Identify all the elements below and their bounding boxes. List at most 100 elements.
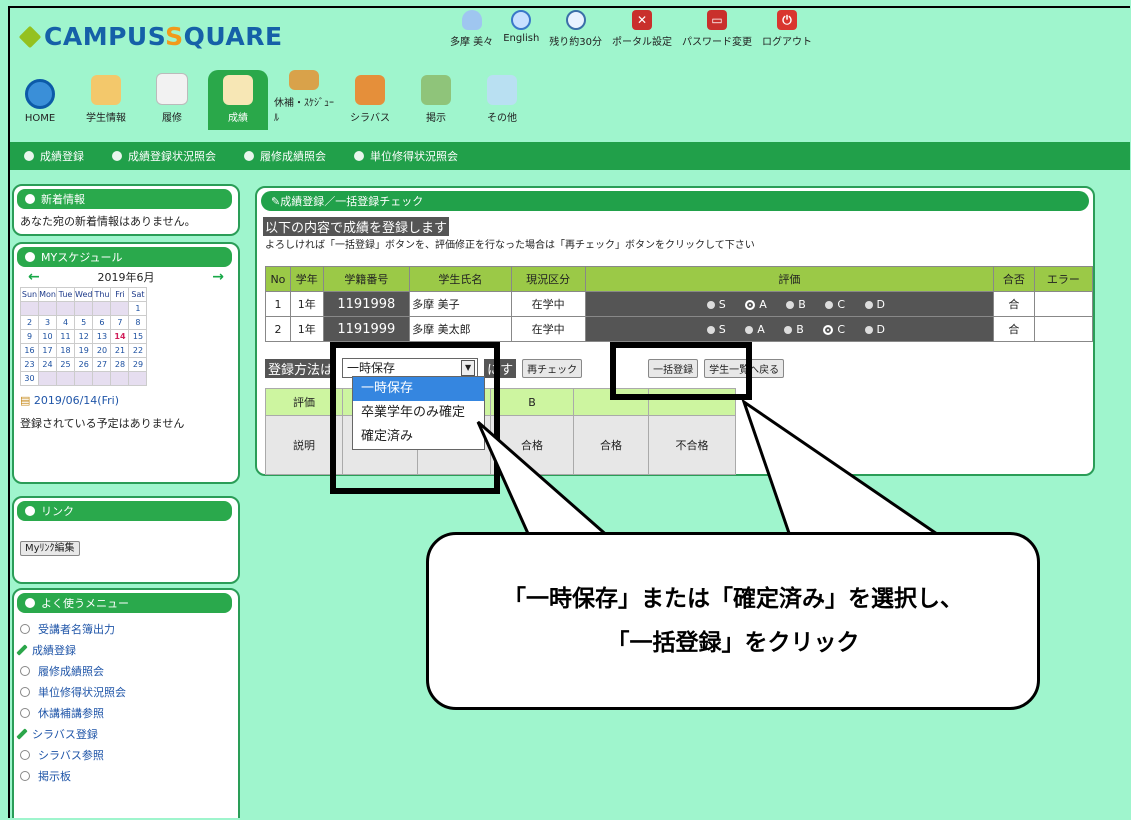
menu-course-grades[interactable]: 履修成績照会 <box>20 663 232 679</box>
lock-icon: ▭ <box>707 10 728 30</box>
nav-student[interactable]: 学生情報 <box>76 70 136 130</box>
menu-syllabus-entry[interactable]: シラバス登録 <box>16 726 232 742</box>
calendar-head: ← 2019年6月 → <box>14 269 238 285</box>
radio-label: C <box>837 297 846 311</box>
menu-syllabus-view[interactable]: シラバス参照 <box>20 747 232 763</box>
radio-d[interactable] <box>864 300 873 309</box>
calendar-day[interactable]: 24 <box>38 357 57 372</box>
search-icon <box>112 151 122 161</box>
radio-b[interactable] <box>784 325 793 334</box>
menu-credit-status[interactable]: 単位修得状況照会 <box>20 684 232 700</box>
menu-cancellation[interactable]: 休講補講参照 <box>20 705 232 721</box>
favmenu-title: よく使うメニュー <box>41 597 129 610</box>
radio-a-selected[interactable] <box>745 299 756 310</box>
calendar-day[interactable]: 26 <box>73 357 94 372</box>
subnav-grade-entry[interactable]: 成績登録 <box>24 148 84 164</box>
calendar-day[interactable]: 21 <box>110 343 130 358</box>
subnav-credits-label: 単位修得状況照会 <box>370 150 458 163</box>
calendar-day[interactable]: 25 <box>56 357 75 372</box>
radio-c[interactable] <box>825 300 834 309</box>
calendar-day[interactable]: 22 <box>128 343 148 358</box>
toplink-remaining-label: 残り約30分 <box>549 37 603 48</box>
calendar-day[interactable]: 6 <box>92 315 112 330</box>
calendar-day[interactable]: 30 <box>20 371 39 386</box>
radio-b[interactable] <box>786 300 795 309</box>
calendar-day[interactable]: 17 <box>38 343 57 358</box>
calendar-day[interactable]: 12 <box>73 329 94 344</box>
toplink-logout[interactable]: ⏻ ログアウト <box>762 10 812 48</box>
toplink-password[interactable]: ▭ パスワード変更 <box>682 10 752 48</box>
main-title: 成績登録／一括登録チェック <box>280 195 424 208</box>
subnav-credits[interactable]: 単位修得状況照会 <box>354 148 458 164</box>
nav-home[interactable]: HOME <box>10 70 70 130</box>
calendar-day[interactable]: 7 <box>110 315 130 330</box>
calendar-day[interactable]: 15 <box>128 329 148 344</box>
calendar-day[interactable]: 29 <box>128 357 148 372</box>
calendar-day[interactable]: 5 <box>73 315 94 330</box>
radio-c-selected[interactable] <box>823 324 834 335</box>
menu-roster-output[interactable]: 受講者名簿出力 <box>20 621 232 637</box>
toplink-user[interactable]: 多摩 美々 <box>450 10 493 48</box>
radio-s[interactable] <box>706 325 715 334</box>
calendar-day[interactable]: 4 <box>56 315 75 330</box>
calendar-day[interactable]: 28 <box>110 357 130 372</box>
search-icon <box>354 151 364 161</box>
calendar: Sun Mon Tue Wed Thu Fri Sat 1 2 3 4 5 6 … <box>20 287 148 386</box>
edit-links-button[interactable]: Myﾘﾝｸ編集 <box>20 541 80 556</box>
calendar-day <box>56 371 75 386</box>
nav-syllabus[interactable]: シラバス <box>340 70 400 130</box>
favorite-menu-panel: よく使うメニュー 受講者名簿出力 成績登録 履修成績照会 単位修得状況照会 休講… <box>12 588 240 818</box>
radio-s[interactable] <box>706 300 715 309</box>
main-nav: HOME 学生情報 履修 成績 休補・ｽｹｼﾞｭｰﾙ シラバス 掲示 その他 <box>10 70 538 130</box>
calendar-day[interactable]: 27 <box>92 357 112 372</box>
notice-text: 以下の内容で成績を登録します <box>263 217 450 236</box>
calendar-day[interactable]: 1 <box>128 301 148 316</box>
recheck-button[interactable]: 再チェック <box>522 358 583 378</box>
nav-grade[interactable]: 成績 <box>208 70 268 130</box>
radio-d[interactable] <box>864 325 873 334</box>
prev-month-icon[interactable]: ← <box>28 269 40 285</box>
row-no: 1 <box>265 291 291 317</box>
nav-syllabus-label: シラバス <box>350 113 390 124</box>
schedule-date[interactable]: ▤ 2019/06/14(Fri) <box>14 390 238 411</box>
calendar-day[interactable]: 19 <box>73 343 94 358</box>
calendar-day <box>56 301 75 316</box>
grade-icon <box>223 75 253 105</box>
nav-board[interactable]: 掲示 <box>406 70 466 130</box>
calendar-day[interactable]: 23 <box>20 357 39 372</box>
menu-item-label: シラバス登録 <box>32 728 98 741</box>
calendar-day[interactable]: 11 <box>56 329 75 344</box>
nav-schedule[interactable]: 休補・ｽｹｼﾞｭｰﾙ <box>274 70 334 130</box>
calendar-day[interactable]: 2 <box>20 315 39 330</box>
radio-a[interactable] <box>745 325 754 334</box>
calendar-day[interactable]: 16 <box>20 343 39 358</box>
day-header: Sat <box>128 287 148 302</box>
subnav-course-grades[interactable]: 履修成績照会 <box>244 148 326 164</box>
calendar-day[interactable]: 13 <box>92 329 112 344</box>
toplink-english[interactable]: English <box>503 10 539 48</box>
next-month-icon[interactable]: → <box>212 269 224 285</box>
calendar-day[interactable]: 8 <box>128 315 148 330</box>
nav-grade-label: 成績 <box>228 113 248 124</box>
row-status: 在学中 <box>510 316 586 342</box>
menu-grade-entry[interactable]: 成績登録 <box>16 642 232 658</box>
other-icon <box>487 75 517 105</box>
col-grade: 評価 <box>584 266 995 292</box>
user-icon <box>461 10 482 30</box>
calendar-day[interactable]: 9 <box>20 329 39 344</box>
calendar-day[interactable]: 20 <box>92 343 112 358</box>
calendar-day[interactable]: 3 <box>38 315 57 330</box>
nav-other[interactable]: その他 <box>472 70 532 130</box>
method-label: 登録方法は <box>265 358 337 378</box>
menu-item-label: 掲示板 <box>38 770 71 783</box>
calendar-day[interactable]: 18 <box>56 343 75 358</box>
calendar-day[interactable]: 10 <box>38 329 57 344</box>
calendar-day-today[interactable]: 14 <box>110 329 130 344</box>
toplink-portal-settings[interactable]: ✕ ポータル設定 <box>612 10 672 48</box>
subnav-grade-status[interactable]: 成績登録状況照会 <box>112 148 216 164</box>
search-icon <box>20 666 30 676</box>
menu-board[interactable]: 掲示板 <box>20 768 232 784</box>
nav-course[interactable]: 履修 <box>142 70 202 130</box>
campussquare-logo[interactable]: CAMPUSSQUARE <box>18 22 283 51</box>
col-status: 現況区分 <box>510 266 586 292</box>
